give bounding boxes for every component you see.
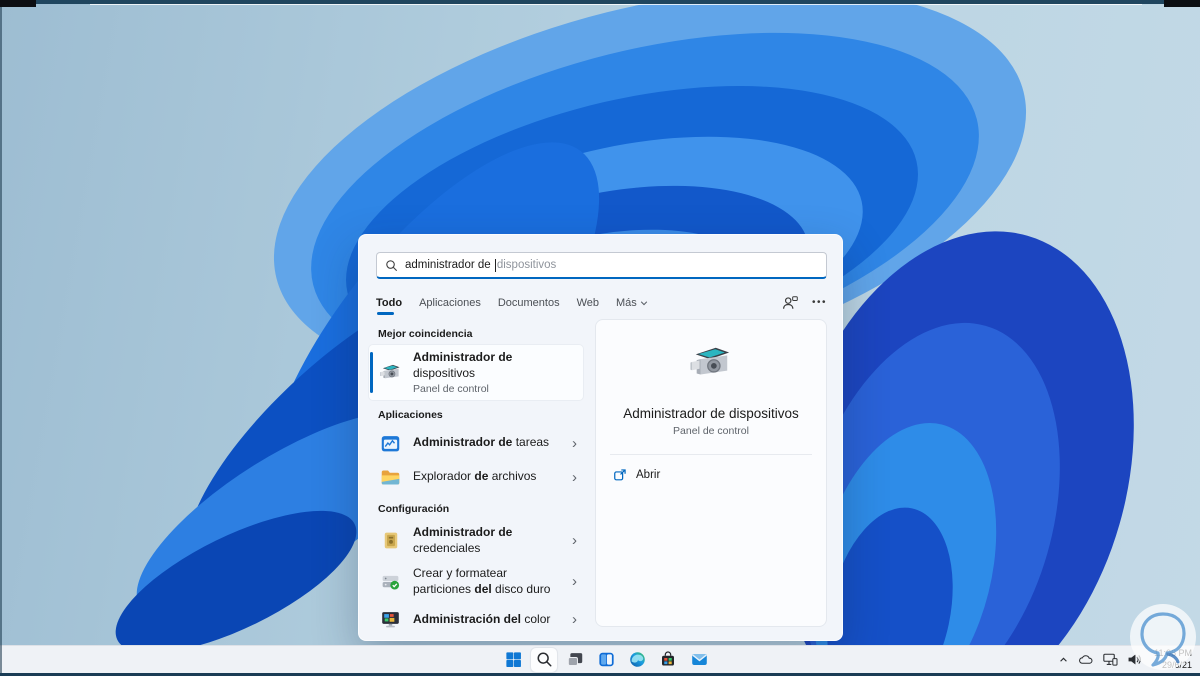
result-detail-card: Administrador de dispositivos Panel de c…	[595, 319, 827, 627]
section-header: Aplicaciones	[378, 409, 583, 421]
result-title: Administración del color	[413, 612, 550, 628]
taskbar-search-icon	[536, 651, 553, 668]
search-flyout: administrador de dispositivos Todo Aplica…	[358, 234, 843, 641]
onedrive-button[interactable]	[1078, 654, 1094, 665]
desktop: administrador de dispositivos Todo Aplica…	[0, 0, 1200, 676]
tab-label: Documentos	[498, 297, 560, 309]
chevron-right-icon: ›	[568, 436, 577, 451]
tab-label: Web	[577, 297, 599, 309]
result-subtitle: Panel de control	[413, 383, 551, 395]
open-action[interactable]: Abrir	[613, 468, 826, 482]
task-view-icon	[566, 650, 585, 669]
result-title: Administrador de dispositivos	[413, 350, 551, 381]
network-icon	[1103, 653, 1118, 666]
left-border	[0, 0, 2, 676]
tab-label: Más	[616, 297, 637, 309]
mail-icon	[690, 650, 709, 669]
device-manager-icon	[379, 361, 402, 384]
onedrive-cloud-icon	[1078, 654, 1094, 665]
chevron-right-icon: ›	[568, 533, 577, 548]
edge-button[interactable]	[624, 648, 650, 672]
windows-start-icon	[504, 650, 523, 669]
result-title: Administrador de credenciales	[413, 525, 551, 556]
device-manager-icon	[688, 342, 734, 389]
chevron-up-icon	[1058, 655, 1069, 665]
search-button[interactable]	[531, 648, 557, 672]
more-options-button[interactable]: •••	[812, 298, 827, 308]
mail-button[interactable]	[686, 648, 712, 672]
result-title: Explorador de archivos	[413, 469, 536, 485]
account-icon[interactable]	[781, 295, 799, 311]
section-header: Mejor coincidencia	[378, 328, 583, 340]
tab-aplicaciones[interactable]: Aplicaciones	[419, 297, 481, 309]
section-header: Configuración	[378, 503, 583, 515]
chevron-down-icon	[640, 299, 648, 307]
tab-web[interactable]: Web	[577, 297, 599, 309]
file-explorer-icon	[379, 466, 402, 489]
result-item[interactable]: Explorador de archivos ›	[369, 460, 583, 494]
tab-documentos[interactable]: Documentos	[498, 297, 560, 309]
task-view-button[interactable]	[562, 648, 588, 672]
top-right-corner	[1164, 0, 1200, 7]
clock-time: 11:06 PM	[1154, 648, 1192, 660]
volume-icon	[1127, 653, 1142, 666]
search-typed-text: administrador de	[405, 259, 494, 271]
taskbar-clock[interactable]: 11:06 PM 29/6/21	[1154, 648, 1192, 671]
result-item[interactable]: Administrador de credenciales ›	[369, 520, 583, 561]
detail-title: Administrador de dispositivos	[596, 406, 826, 421]
open-action-label: Abrir	[636, 469, 660, 481]
widgets-button[interactable]	[593, 648, 619, 672]
result-title: Administrador de tareas	[413, 435, 549, 451]
result-item[interactable]: Administrador de dispositivos Panel de co…	[369, 345, 583, 400]
chevron-right-icon: ›	[568, 574, 577, 589]
taskbar: 11:06 PM 29/6/21	[0, 645, 1200, 673]
volume-button[interactable]	[1127, 653, 1142, 666]
search-input[interactable]: administrador de dispositivos	[376, 252, 827, 279]
tab-label: Aplicaciones	[419, 297, 481, 309]
search-tabs: Todo Aplicaciones Documentos Web Más	[376, 297, 665, 309]
divider	[610, 454, 812, 455]
store-button[interactable]	[655, 648, 681, 672]
search-suggestion-text: dispositivos	[497, 259, 556, 271]
top-border-highlight	[90, 4, 1142, 5]
open-external-icon	[613, 468, 627, 482]
network-button[interactable]	[1103, 653, 1118, 666]
disk-partition-icon	[379, 570, 402, 593]
edge-icon	[628, 650, 647, 669]
tab-label: Todo	[376, 297, 402, 309]
tab-mas[interactable]: Más	[616, 297, 648, 309]
chevron-right-icon: ›	[568, 612, 577, 627]
start-button[interactable]	[500, 648, 526, 672]
result-title: Crear y formatear particiones del disco …	[413, 566, 551, 597]
tray-expand-button[interactable]	[1058, 655, 1069, 665]
clock-date: 29/6/21	[1154, 660, 1192, 672]
result-item[interactable]: Crear y formatear particiones del disco …	[369, 561, 583, 602]
result-item[interactable]: Administración del color ›	[369, 603, 583, 637]
taskbar-center-icons	[500, 646, 712, 673]
credential-manager-icon	[379, 529, 402, 552]
results-list: Mejor coincidencia Administrador de dispo…	[369, 319, 587, 627]
search-icon	[385, 259, 398, 272]
result-item[interactable]: Administrador de tareas ›	[369, 426, 583, 460]
top-left-corner	[0, 0, 36, 7]
store-icon	[659, 650, 677, 669]
detail-subtitle: Panel de control	[596, 425, 826, 437]
task-manager-icon	[379, 432, 402, 455]
chevron-right-icon: ›	[568, 470, 577, 485]
widgets-icon	[597, 650, 616, 669]
tab-todo[interactable]: Todo	[376, 297, 402, 309]
color-management-icon	[379, 608, 402, 631]
text-cursor	[495, 259, 496, 272]
system-tray: 11:06 PM 29/6/21	[1058, 646, 1192, 673]
